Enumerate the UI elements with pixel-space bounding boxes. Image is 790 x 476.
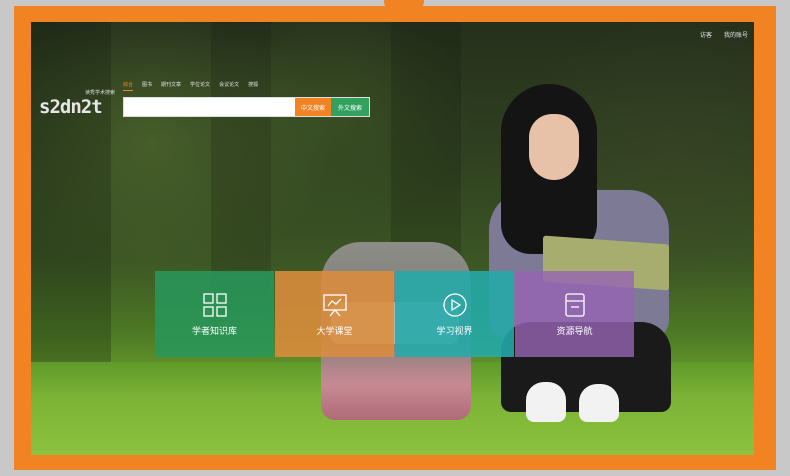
logo-text: s2dn2t <box>39 96 103 118</box>
tile-learning-vision[interactable]: 学习视界 <box>395 271 514 357</box>
frame-notch <box>384 0 424 8</box>
tab-conference-papers[interactable]: 会议论文 <box>219 81 239 91</box>
tab-all[interactable]: 综合 <box>123 81 134 91</box>
play-circle-icon <box>442 292 468 318</box>
tile-label: 大学课堂 <box>316 326 353 337</box>
foreign-search-button[interactable]: 外文搜索 <box>331 98 369 116</box>
tab-books[interactable]: 图书 <box>142 81 152 91</box>
tile-label: 学者知识库 <box>191 326 237 337</box>
top-links: 访客 我的账号 <box>700 30 748 39</box>
tab-theses[interactable]: 学位论文 <box>190 81 210 91</box>
chinese-search-button[interactable]: 中文搜索 <box>295 98 331 116</box>
search-bar: 中文搜索 外文搜索 <box>123 97 370 117</box>
document-icon <box>562 292 588 318</box>
tab-journals[interactable]: 期刊文章 <box>161 81 181 91</box>
tile-resource-navigation[interactable]: 资源导航 <box>515 271 634 357</box>
search-tabs: 综合 图书 期刊文章 学位论文 会议论文 搜狐 <box>123 81 258 91</box>
tile-label: 学习视界 <box>436 326 473 337</box>
background-tree <box>31 22 111 362</box>
search-input[interactable] <box>124 98 295 116</box>
my-account-link[interactable]: 我的账号 <box>724 30 748 39</box>
girl-face <box>529 114 579 180</box>
tile-university-classroom[interactable]: 大学课堂 <box>275 271 394 357</box>
presentation-board-icon <box>322 292 348 318</box>
site-logo[interactable]: 读秀学术搜索 s2dn2t <box>39 90 121 118</box>
grid-icon <box>202 292 228 318</box>
feature-tiles: 学者知识库 大学课堂 学习视界 资源导航 <box>155 271 635 357</box>
screen: 访客 我的账号 读秀学术搜索 s2dn2t 综合 图书 期刊文章 学位论文 会议… <box>31 22 754 455</box>
logo-subtitle: 读秀学术搜索 <box>85 90 116 96</box>
shoe <box>526 382 566 422</box>
tile-label: 资源导航 <box>556 326 593 337</box>
tile-scholar-knowledge-base[interactable]: 学者知识库 <box>155 271 274 357</box>
guest-link[interactable]: 访客 <box>700 30 712 39</box>
tab-more[interactable]: 搜狐 <box>248 81 258 91</box>
shoe <box>579 384 619 422</box>
